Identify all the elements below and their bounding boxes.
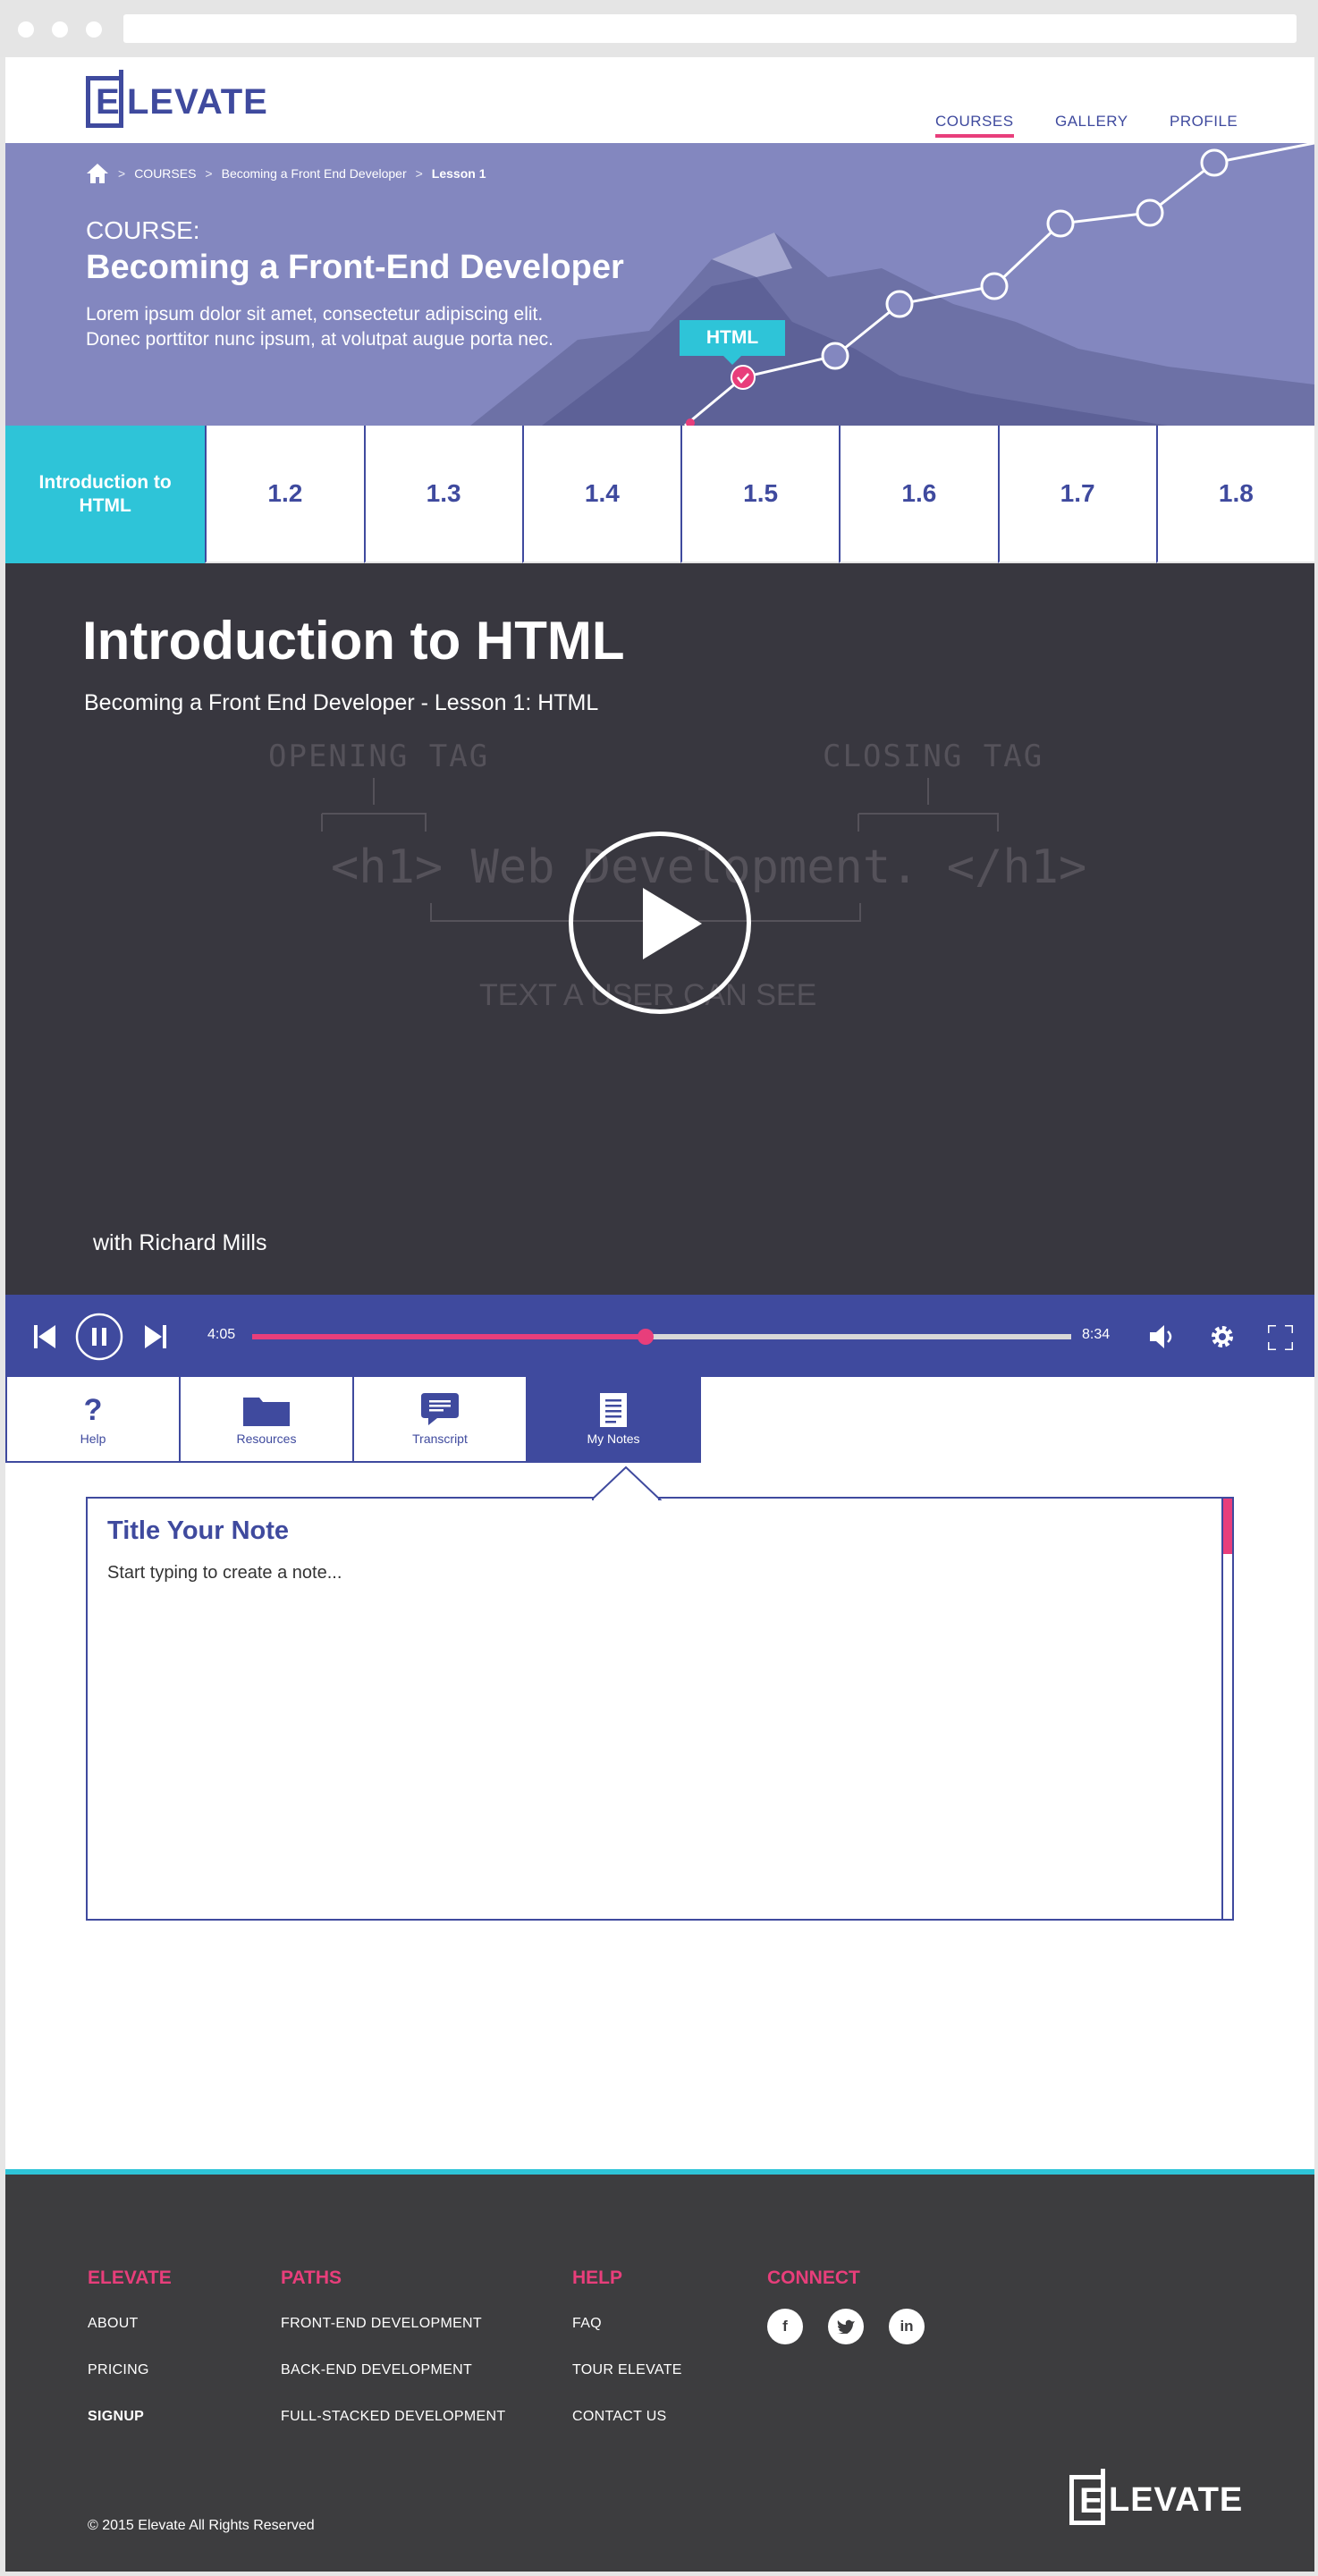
course-hero: > COURSES > Becoming a Front End Develop… [5, 143, 1314, 426]
tool-tabs: ? Help Resources Transcript My Notes [5, 1377, 701, 1463]
total-time: 8:34 [1082, 1327, 1111, 1342]
pause-icon[interactable] [75, 1313, 123, 1361]
chat-icon [421, 1392, 459, 1428]
logo[interactable]: E LEVATE [86, 70, 268, 129]
footer-logo-mark: E [1069, 2469, 1105, 2525]
address-bar[interactable] [123, 14, 1297, 43]
note-editor[interactable]: Title Your Note Start typing to create a… [86, 1466, 1234, 1921]
lesson-tab-1-2[interactable]: 1.2 [205, 426, 364, 563]
question-icon: ? [83, 1392, 103, 1427]
skip-back-icon[interactable] [34, 1325, 55, 1348]
video-frame-opening-tag: OPENING TAG [268, 739, 490, 774]
nav-profile[interactable]: PROFILE [1170, 113, 1238, 131]
site-header: E LEVATE COURSES GALLERY PROFILE [5, 57, 1314, 143]
lesson-tab-1-4[interactable]: 1.4 [521, 426, 680, 563]
footer-link-pricing[interactable]: PRICING [88, 2362, 149, 2378]
tab-resources-label: Resources [236, 1432, 297, 1446]
tab-resources[interactable]: Resources [179, 1377, 354, 1463]
lesson-tab-1-8[interactable]: 1.8 [1155, 426, 1314, 563]
note-scrollbar[interactable] [1221, 1499, 1232, 1919]
footer-heading-paths: PATHS [281, 2268, 342, 2288]
progress-handle[interactable] [637, 1329, 654, 1345]
video-controls: 4:05 8:34 [5, 1295, 1314, 1377]
footer-link-signup[interactable]: SIGNUP [88, 2409, 144, 2425]
course-label: COURSE: [86, 216, 200, 244]
progress-fill [252, 1334, 646, 1339]
footer-link-contact[interactable]: CONTACT US [572, 2409, 667, 2425]
home-icon[interactable] [86, 163, 109, 184]
course-title: Becoming a Front-End Developer [86, 249, 624, 286]
logo-text: LEVATE [127, 81, 268, 122]
window-minimize-dot[interactable] [52, 21, 68, 38]
footer-link-about[interactable]: ABOUT [88, 2316, 139, 2332]
note-scrollbar-thumb[interactable] [1223, 1499, 1232, 1554]
footer-logo-text: LEVATE [1109, 2480, 1244, 2519]
window-maximize-dot[interactable] [86, 21, 102, 38]
footer-heading-elevate: ELEVATE [88, 2268, 172, 2288]
breadcrumb: > COURSES > Becoming a Front End Develop… [86, 163, 486, 184]
tab-my-notes-label: My Notes [587, 1432, 640, 1446]
play-icon[interactable] [569, 832, 751, 1014]
progress-track[interactable] [252, 1329, 1071, 1345]
lesson-tab-intro[interactable]: Introduction to HTML [5, 426, 206, 563]
footer-heading-connect: CONNECT [767, 2268, 860, 2288]
site-footer: ELEVATE ABOUT PRICING SIGNUP PATHS FRONT… [5, 2169, 1314, 2572]
chevron-right-icon: > [415, 166, 423, 181]
folder-icon [243, 1392, 290, 1428]
volume-icon[interactable] [1150, 1325, 1177, 1348]
notes-pointer [592, 1466, 662, 1500]
footer-link-faq[interactable]: FAQ [572, 2316, 602, 2332]
lesson-tab-1-3[interactable]: 1.3 [363, 426, 522, 563]
footer-logo[interactable]: E LEVATE [1069, 2469, 1244, 2525]
video-frame-closing-tag: CLOSING TAG [823, 739, 1044, 774]
notes-icon [600, 1392, 627, 1428]
tab-transcript[interactable]: Transcript [352, 1377, 528, 1463]
nav-gallery[interactable]: GALLERY [1055, 113, 1128, 131]
current-time: 4:05 [207, 1327, 236, 1342]
browser-chrome [0, 0, 1318, 57]
course-description: Lorem ipsum dolor sit amet, consectetur … [86, 304, 553, 350]
facebook-icon[interactable]: f [767, 2309, 803, 2344]
video-subtitle: Becoming a Front End Developer - Lesson … [84, 690, 599, 715]
footer-link-back-end[interactable]: BACK-END DEVELOPMENT [281, 2362, 472, 2378]
linkedin-icon[interactable]: in [889, 2309, 925, 2344]
presenter-name: with Richard Mills [93, 1230, 267, 1255]
twitter-icon[interactable] [828, 2309, 864, 2344]
breadcrumb-course[interactable]: Becoming a Front End Developer [222, 166, 407, 181]
video-title: Introduction to HTML [82, 611, 625, 671]
chevron-right-icon: > [118, 166, 126, 181]
note-body-input[interactable]: Start typing to create a note... [107, 1563, 342, 1584]
tab-help[interactable]: ? Help [5, 1377, 181, 1463]
copyright: © 2015 Elevate All Rights Reserved [88, 2518, 315, 2533]
gear-icon[interactable] [1209, 1323, 1236, 1350]
footer-link-full-stack[interactable]: FULL-STACKED DEVELOPMENT [281, 2409, 505, 2425]
footer-link-front-end[interactable]: FRONT-END DEVELOPMENT [281, 2316, 482, 2332]
tab-help-label: Help [80, 1432, 106, 1446]
logo-mark: E [86, 70, 123, 128]
footer-heading-help: HELP [572, 2268, 623, 2288]
breadcrumb-current: Lesson 1 [431, 166, 486, 181]
page: E LEVATE COURSES GALLERY PROFILE > COURS… [5, 57, 1314, 2572]
video-area[interactable]: Introduction to HTML Becoming a Front En… [5, 563, 1314, 1295]
note-title-input[interactable]: Title Your Note [107, 1516, 289, 1546]
progress-tag: HTML [680, 320, 785, 365]
lesson-tab-1-5[interactable]: 1.5 [680, 426, 840, 563]
breadcrumb-courses[interactable]: COURSES [134, 166, 196, 181]
footer-link-tour[interactable]: TOUR ELEVATE [572, 2362, 682, 2378]
lesson-tabs: Introduction to HTML 1.2 1.3 1.4 1.5 1.6… [5, 426, 1314, 563]
fullscreen-icon[interactable] [1268, 1325, 1293, 1350]
lesson-tab-1-7[interactable]: 1.7 [997, 426, 1156, 563]
tab-transcript-label: Transcript [412, 1432, 468, 1446]
chevron-right-icon: > [205, 166, 213, 181]
nav-courses[interactable]: COURSES [935, 113, 1014, 138]
window-close-dot[interactable] [18, 21, 34, 38]
lesson-tab-1-6[interactable]: 1.6 [839, 426, 998, 563]
skip-forward-icon[interactable] [145, 1325, 166, 1348]
tab-my-notes[interactable]: My Notes [526, 1377, 701, 1463]
